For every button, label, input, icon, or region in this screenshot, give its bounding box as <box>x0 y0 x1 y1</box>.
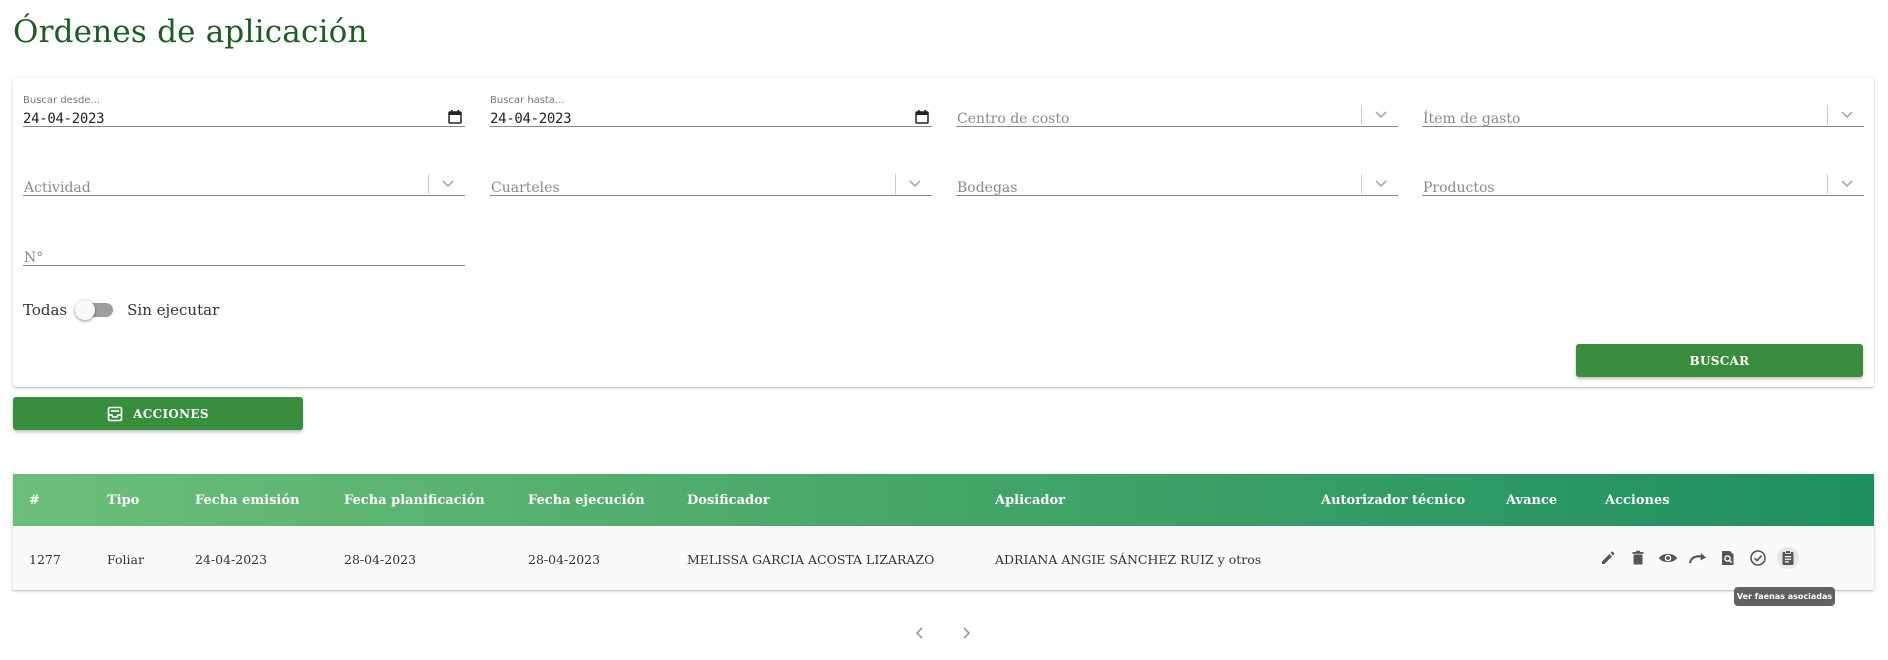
col-header-dosifier[interactable]: Dosificador <box>687 493 770 508</box>
inbox-tray-icon <box>107 406 123 421</box>
select-divider <box>1827 105 1828 125</box>
number-input[interactable]: N° <box>23 226 465 266</box>
clipboard-icon[interactable] <box>1777 547 1799 569</box>
chevron-down-icon[interactable] <box>439 174 457 192</box>
chevron-down-icon[interactable] <box>1372 174 1390 192</box>
execution-toggle-row: Todas Sin ejecutar <box>23 300 220 320</box>
col-header-applicator[interactable]: Aplicador <box>995 493 1065 508</box>
date-to-field[interactable]: Buscar hasta... 24-04-2023 <box>490 87 932 127</box>
products-placeholder: Productos <box>1423 180 1495 196</box>
col-header-progress[interactable]: Avance <box>1506 493 1557 508</box>
calendar-icon[interactable] <box>914 109 930 125</box>
date-to-label: Buscar hasta... <box>490 95 565 106</box>
col-header-issue-date[interactable]: Fecha emisión <box>195 493 299 508</box>
execution-toggle[interactable] <box>75 300 114 320</box>
page-title: Órdenes de aplicación <box>13 14 368 50</box>
products-select[interactable]: Productos <box>1422 156 1864 196</box>
select-divider <box>895 174 896 194</box>
filter-panel: Buscar desde... 24-04-2023 Buscar hasta.… <box>13 78 1874 387</box>
quarters-placeholder: Cuarteles <box>491 180 560 196</box>
warehouses-placeholder: Bodegas <box>957 180 1018 196</box>
toggle-knob[interactable] <box>75 300 96 320</box>
col-header-technical-authorizer[interactable]: Autorizador técnico <box>1321 493 1465 508</box>
row-actions <box>1597 547 1799 569</box>
eye-icon[interactable] <box>1657 547 1679 569</box>
table-header: # Tipo Fecha emisión Fecha planificación… <box>13 474 1874 526</box>
select-divider <box>1361 174 1362 194</box>
col-header-execution-date[interactable]: Fecha ejecución <box>528 493 645 508</box>
chevron-right-icon[interactable] <box>958 625 974 641</box>
expense-item-placeholder: Ítem de gasto <box>1423 111 1521 127</box>
expense-item-select[interactable]: Ítem de gasto <box>1422 87 1864 127</box>
pencil-icon[interactable] <box>1597 547 1619 569</box>
date-from-value[interactable]: 24-04-2023 <box>23 111 105 127</box>
chevron-down-icon[interactable] <box>1838 105 1856 123</box>
select-divider <box>1361 105 1362 125</box>
cell-applicator: ADRIANA ANGIE SÁNCHEZ RUIZ y otros <box>995 552 1262 567</box>
col-header-id[interactable]: # <box>29 493 40 508</box>
document-search-icon[interactable] <box>1717 547 1739 569</box>
cell-planned-date: 28-04-2023 <box>344 552 417 567</box>
calendar-icon[interactable] <box>447 109 463 125</box>
chevron-left-icon[interactable] <box>912 625 928 641</box>
trash-icon[interactable] <box>1627 547 1649 569</box>
cost-center-select[interactable]: Centro de costo <box>956 87 1398 127</box>
actions-button-label: ACCIONES <box>133 406 209 421</box>
forward-arrow-icon[interactable] <box>1687 547 1709 569</box>
cell-execution-date: 28-04-2023 <box>528 552 601 567</box>
cell-id: 1277 <box>29 552 61 567</box>
number-placeholder: N° <box>24 250 44 266</box>
date-to-value[interactable]: 24-04-2023 <box>490 111 572 127</box>
col-header-planned-date[interactable]: Fecha planificación <box>344 493 485 508</box>
cost-center-placeholder: Centro de costo <box>957 111 1070 127</box>
cell-issue-date: 24-04-2023 <box>195 552 268 567</box>
warehouses-select[interactable]: Bodegas <box>956 156 1398 196</box>
chevron-down-icon[interactable] <box>1372 105 1390 123</box>
activity-select[interactable]: Actividad <box>23 156 465 196</box>
orders-table: # Tipo Fecha emisión Fecha planificación… <box>13 474 1874 590</box>
search-button[interactable]: BUSCAR <box>1576 344 1863 377</box>
col-header-actions: Acciones <box>1605 493 1670 508</box>
toggle-label-pending: Sin ejecutar <box>127 301 220 319</box>
actions-button[interactable]: ACCIONES <box>13 397 303 430</box>
select-divider <box>1827 174 1828 194</box>
check-circle-icon[interactable] <box>1747 547 1769 569</box>
activity-placeholder: Actividad <box>24 180 91 196</box>
chevron-down-icon[interactable] <box>1838 174 1856 192</box>
date-from-field[interactable]: Buscar desde... 24-04-2023 <box>23 87 465 127</box>
cell-type: Foliar <box>107 552 144 567</box>
select-divider <box>428 174 429 194</box>
cell-dosifier: MELISSA GARCIA ACOSTA LIZARAZO <box>687 552 935 567</box>
chevron-down-icon[interactable] <box>906 174 924 192</box>
toggle-label-all: Todas <box>23 301 68 319</box>
col-header-type[interactable]: Tipo <box>107 493 139 508</box>
quarters-select[interactable]: Cuarteles <box>490 156 932 196</box>
tooltip: Ver faenas asociadas <box>1734 587 1835 606</box>
date-from-label: Buscar desde... <box>23 95 101 106</box>
